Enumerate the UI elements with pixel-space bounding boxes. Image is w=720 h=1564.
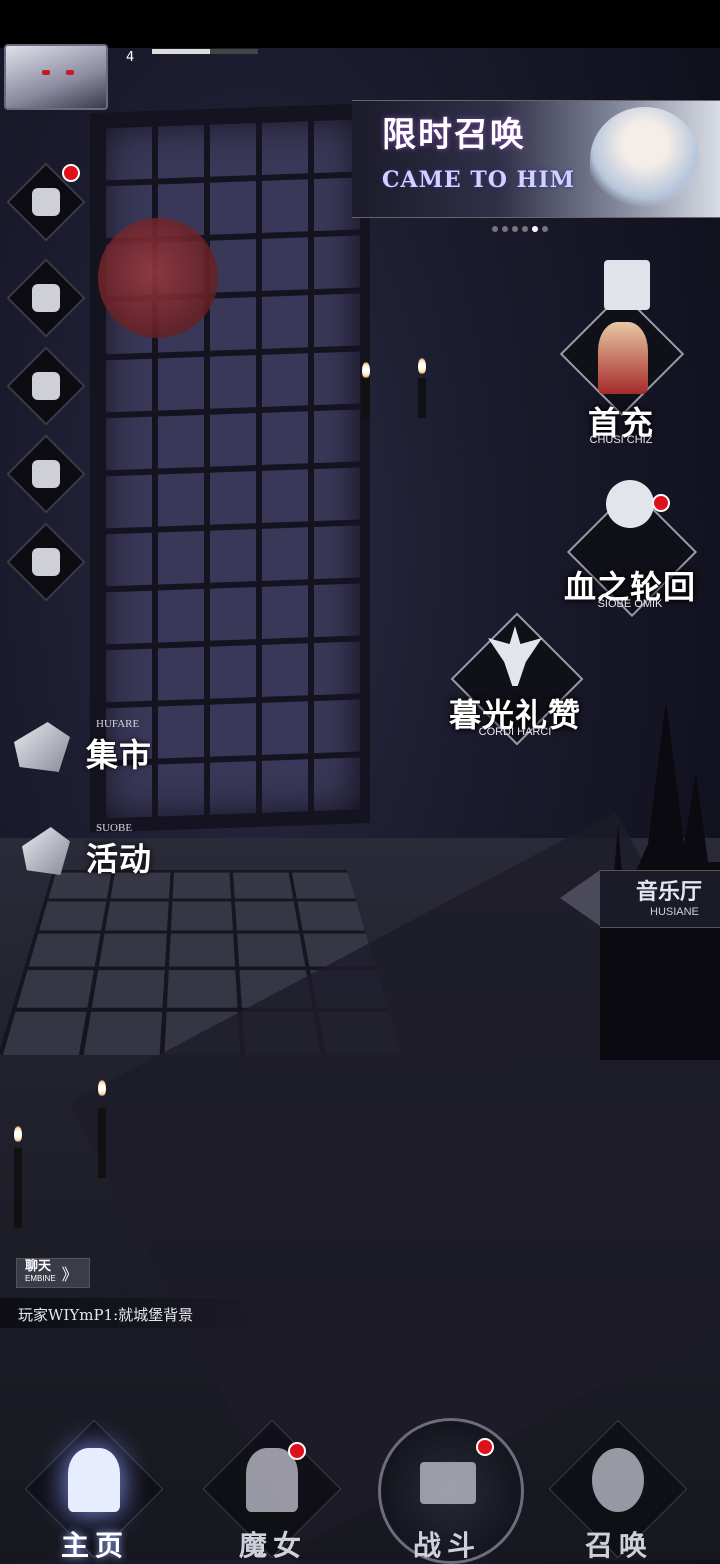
page-dot[interactable] (532, 226, 538, 232)
player-avatar[interactable] (4, 44, 108, 110)
activity-subtitle: SUOBE (96, 822, 133, 834)
scroll-icon (32, 188, 60, 216)
banner-page-indicator (492, 226, 548, 232)
nav-summon[interactable]: 召唤 (544, 1419, 694, 1562)
twilight-tribute-subtitle: CORDI HARCI (478, 726, 552, 738)
market-button[interactable]: HUFARE 集市 (14, 718, 152, 776)
rose-icon (606, 480, 654, 528)
nav-home-label: 主页 (60, 1529, 129, 1562)
character-portrait (598, 322, 648, 394)
ghost-icon (32, 372, 60, 400)
nav-home[interactable]: 主页 (20, 1419, 170, 1562)
mail-icon (32, 284, 60, 312)
activity-label: 活动 (86, 840, 153, 878)
chat-message: 玩家WIYmP1:就城堡背景 (18, 1306, 194, 1324)
player-level: 4 (126, 50, 135, 65)
activity-button[interactable]: SUOBE 活动 (22, 822, 152, 880)
page-dot[interactable] (512, 226, 518, 232)
first-charge-subtitle: CHUSI CHIZ (589, 434, 653, 446)
nav-witch-label: 魔女 (238, 1529, 307, 1562)
gift-icon (22, 827, 70, 875)
market-label: 集市 (86, 736, 153, 774)
notification-dot (62, 164, 80, 182)
status-bar (0, 0, 720, 48)
banner-title: 限时召唤 (382, 115, 526, 155)
page-dot[interactable] (542, 226, 548, 232)
xp-bar (152, 49, 258, 54)
candle-flame (418, 358, 426, 374)
rose-emblem-icon (592, 1448, 644, 1512)
page-dot[interactable] (522, 226, 528, 232)
twilight-tribute-button[interactable]: 暮光礼赞 CORDI HARCI (440, 602, 590, 782)
candle-flame (98, 1080, 106, 1096)
chef-hat-icon (604, 260, 650, 310)
notification-dot (652, 494, 670, 512)
blood-moon (98, 218, 218, 338)
candle (362, 378, 370, 418)
nav-witch[interactable]: 魔女 (198, 1419, 348, 1562)
candle (98, 1108, 106, 1178)
music-hall-arrow[interactable] (560, 870, 600, 926)
banner-character-art (590, 107, 700, 213)
chat-button[interactable]: 聊天 EMBINE 》 (16, 1258, 90, 1288)
page-dot[interactable] (502, 226, 508, 232)
candle (418, 378, 426, 418)
castle-icon (68, 1448, 120, 1512)
bag-icon (32, 460, 60, 488)
notification-dot (288, 1442, 306, 1460)
market-stall-icon (14, 722, 70, 772)
chat-message-bar[interactable]: 玩家WIYmP1:就城堡背景 (0, 1298, 280, 1328)
first-charge-button[interactable]: 首充 CHUSI CHIZ (556, 260, 686, 450)
map-scroll-icon (32, 548, 60, 576)
nav-battle-label: 战斗 (412, 1529, 481, 1562)
banner-subtitle: CAME TO HIM (382, 167, 575, 193)
music-hall-label: 音乐厅 (636, 879, 703, 905)
limited-summon-banner[interactable]: 限时召唤 CAME TO HIM (352, 100, 720, 218)
nav-summon-label: 召唤 (584, 1529, 653, 1562)
candle-flame (14, 1126, 22, 1142)
music-hall-subtitle: HUSIANE (650, 906, 699, 918)
chat-subtitle: EMBINE (25, 1274, 56, 1283)
candle (14, 1148, 22, 1228)
book-icon (420, 1462, 476, 1504)
market-subtitle: HUFARE (96, 718, 140, 730)
page-dot[interactable] (492, 226, 498, 232)
nav-battle[interactable]: 战斗 (372, 1420, 522, 1562)
chat-label: 聊天 (25, 1259, 52, 1274)
chevron-right-icon: 》 (61, 1265, 78, 1284)
notification-dot (476, 1438, 494, 1456)
candle-flame (362, 362, 370, 378)
